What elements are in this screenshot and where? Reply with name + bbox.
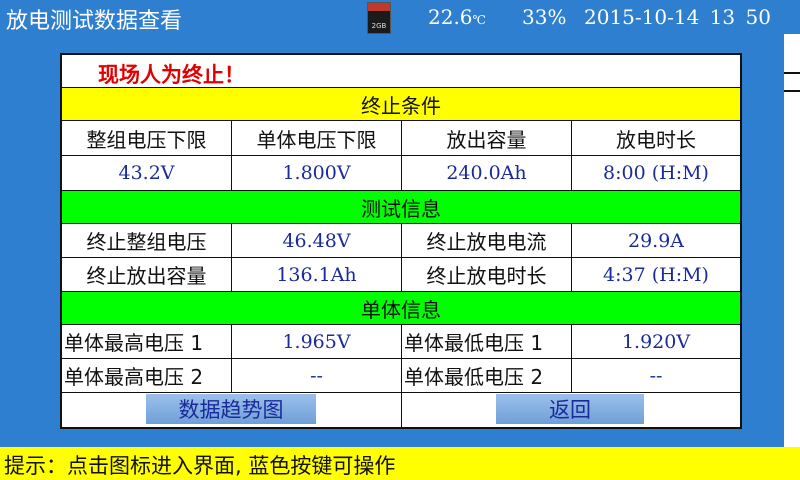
info-value: 29.9A — [627, 229, 685, 252]
action-row: 数据趋势图 返回 — [62, 393, 740, 427]
battery-percent: 33% — [522, 5, 567, 29]
info-value: 4:37 (H:M) — [603, 263, 709, 286]
warning-row: 现场人为终止！ — [62, 55, 740, 88]
hint-bar: 提示：点击图标进入界面, 蓝色按键可操作 — [0, 447, 800, 480]
stop-value: 43.2V — [62, 156, 232, 190]
column-header: 放电时长 — [616, 127, 696, 152]
stop-conditions-columns: 整组电压下限 单体电压下限 放出容量 放电时长 — [62, 121, 740, 156]
strip-tick — [784, 72, 800, 74]
cell-value: 1.920V — [621, 330, 691, 353]
cell-value: -- — [232, 359, 402, 392]
info-value: 46.48V — [232, 224, 402, 257]
back-button[interactable]: 返回 — [496, 394, 644, 424]
test-info-row: 终止放出容量 136.1Ah 终止放电时长 4:37 (H:M) — [62, 258, 740, 292]
info-label: 终止放电电流 — [402, 224, 572, 257]
temperature-unit: ℃ — [472, 13, 486, 27]
test-info-row: 终止整组电压 46.48V 终止放电电流 29.9A — [62, 224, 740, 258]
temperature-readout: 22.6℃ — [428, 5, 486, 29]
sd-card-icon: 2GB — [367, 2, 391, 34]
test-info-header: 测试信息 — [62, 191, 740, 224]
strip-tick — [784, 90, 800, 92]
info-value: 136.1Ah — [232, 258, 402, 291]
trend-chart-button[interactable]: 数据趋势图 — [146, 394, 316, 424]
info-label: 终止放电时长 — [402, 258, 572, 291]
column-header: 放出容量 — [402, 121, 572, 155]
stop-value: 240.0Ah — [402, 156, 572, 190]
cell-value: 1.965V — [232, 325, 402, 358]
cell-value: -- — [649, 364, 663, 387]
stop-conditions-header: 终止条件 — [62, 88, 740, 121]
cell-label: 单体最低电压 2 — [402, 359, 572, 392]
cell-info-row: 单体最高电压 1 1.965V 单体最低电压 1 1.920V — [62, 325, 740, 359]
column-header: 整组电压下限 — [62, 121, 232, 155]
trend-cell: 数据趋势图 — [62, 393, 402, 427]
column-header: 单体电压下限 — [232, 121, 402, 155]
top-status-bar: 放电测试数据查看 2GB 22.6℃ 33% 2015-10-14 13 50 — [0, 0, 800, 34]
info-label: 终止放出容量 — [62, 258, 232, 291]
back-cell: 返回 — [402, 393, 740, 427]
stop-value: 8:00 (H:M) — [603, 162, 709, 184]
hint-text: 提示：点击图标进入界面, 蓝色按键可操作 — [4, 454, 396, 478]
status-message: 现场人为终止！ — [98, 63, 245, 87]
cell-info-header: 单体信息 — [62, 292, 740, 325]
stop-conditions-values: 43.2V 1.800V 240.0Ah 8:00 (H:M) — [62, 156, 740, 191]
right-edge-strip — [784, 34, 800, 447]
temperature-value: 22.6 — [428, 5, 473, 29]
stop-value: 1.800V — [232, 156, 402, 190]
cell-label: 单体最低电压 1 — [402, 325, 572, 358]
datetime: 2015-10-14 13 50 — [584, 5, 771, 29]
result-panel: 现场人为终止！ 终止条件 整组电压下限 单体电压下限 放出容量 放电时长 43.… — [60, 53, 742, 429]
page-title: 放电测试数据查看 — [6, 9, 183, 34]
cell-label: 单体最高电压 2 — [62, 359, 232, 392]
info-label: 终止整组电压 — [62, 224, 232, 257]
cell-info-row: 单体最高电压 2 -- 单体最低电压 2 -- — [62, 359, 740, 393]
cell-label: 单体最高电压 1 — [62, 325, 232, 358]
